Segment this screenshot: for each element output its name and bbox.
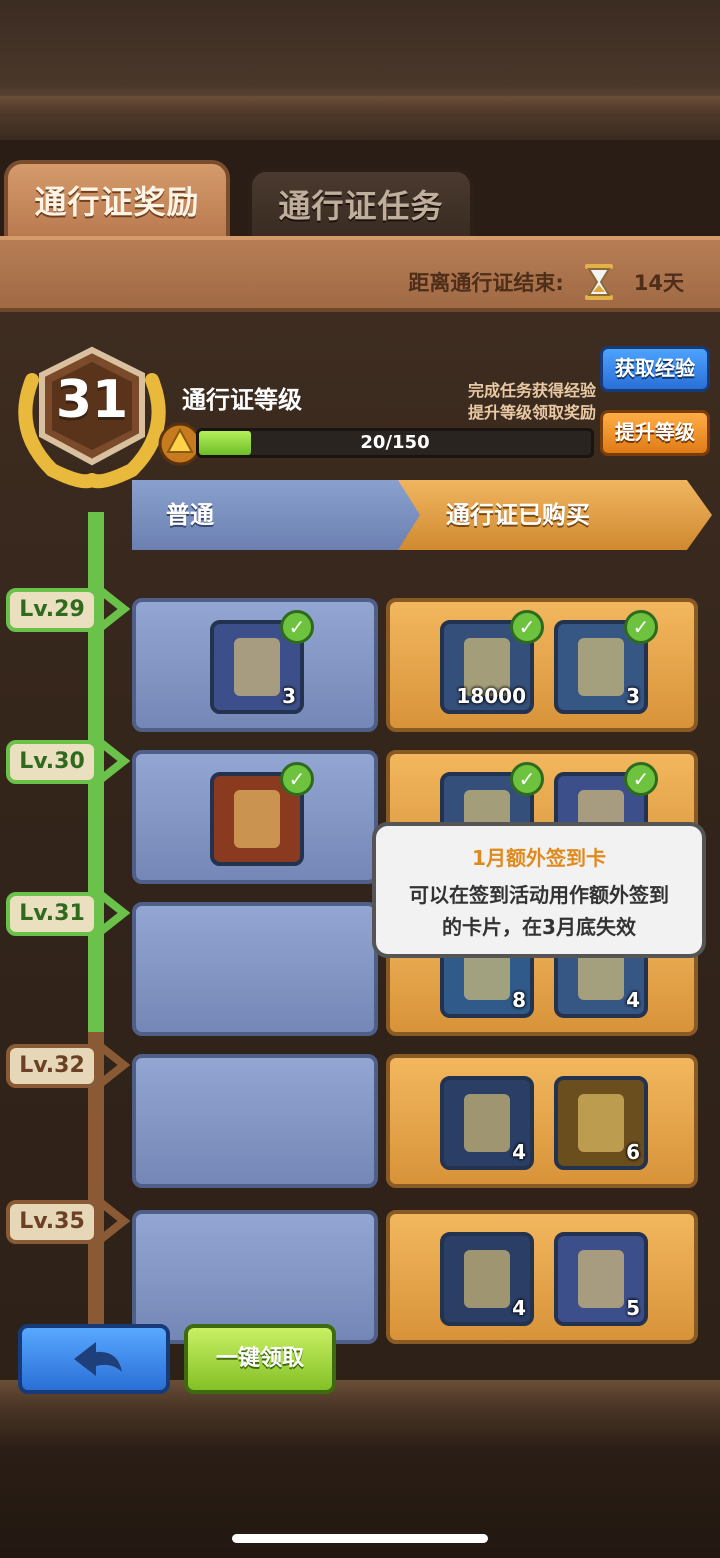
tab-pass-rewards[interactable]: 通行证奖励 <box>4 160 230 240</box>
item-count: 18000 <box>456 684 526 708</box>
rainbow-gem-icon[interactable]: 4 <box>440 1232 534 1326</box>
pass-level-badge: 31 <box>12 340 172 490</box>
item-count: 5 <box>626 1296 640 1320</box>
level-tag: Lv.35 <box>6 1200 98 1244</box>
item-tooltip: 1月额外签到卡 可以在签到活动用作额外签到 的卡片，在3月底失效 <box>372 822 706 958</box>
item-count: 3 <box>282 684 296 708</box>
chevron-right-icon <box>97 738 130 784</box>
countdown-label: 距离通行证结束: <box>408 271 564 295</box>
gold-scroll-icon[interactable]: 3 ✓ <box>554 610 658 714</box>
level-tag: Lv.31 <box>6 892 98 936</box>
claim-all-button[interactable]: 一键领取 <box>184 1324 336 1394</box>
free-reward-cell[interactable]: ✓ <box>132 750 378 884</box>
item-graphic <box>578 1250 624 1308</box>
claimed-check-icon: ✓ <box>280 610 314 644</box>
item-graphic <box>234 790 280 848</box>
free-reward-cell[interactable]: 3 ✓ <box>132 598 378 732</box>
pass-level-title: 通行证等级 <box>182 386 302 414</box>
item-count: 4 <box>626 988 640 1012</box>
paid-reward-cell[interactable]: 45 <box>386 1210 698 1344</box>
chevron-right-icon <box>97 1198 130 1244</box>
pass-hint: 完成任务获得经验 提升等级领取奖励 <box>468 380 596 424</box>
level-up-button[interactable]: 提升等级 <box>600 410 710 456</box>
chevron-right-icon <box>97 1042 130 1088</box>
countdown-value: 14天 <box>633 271 684 295</box>
tooltip-title: 1月额外签到卡 <box>472 846 606 870</box>
bottom-frame <box>0 1380 720 1558</box>
tooltip-line-2: 的卡片，在3月底失效 <box>442 915 636 939</box>
top-frame <box>0 0 720 140</box>
claimed-check-icon: ✓ <box>510 610 544 644</box>
pass-progress-bar: 20/150 <box>196 428 594 458</box>
tab-pass-tasks[interactable]: 通行证任务 <box>248 168 474 240</box>
item-count: 8 <box>512 988 526 1012</box>
paid-reward-cell[interactable]: 18000 ✓ 3 ✓ <box>386 598 698 732</box>
pass-countdown: 距离通行证结束: 14天 <box>408 262 684 302</box>
item-count: 3 <box>626 684 640 708</box>
potion-flask-icon[interactable]: 18000 ✓ <box>440 610 544 714</box>
home-indicator <box>232 1534 488 1543</box>
card-pack-icon[interactable]: 5 <box>554 1232 648 1326</box>
hero-portrait-icon[interactable]: ✓ <box>210 762 314 866</box>
gold-card-pack-icon[interactable]: 6 <box>554 1076 648 1170</box>
claimed-check-icon: ✓ <box>624 610 658 644</box>
item-graphic <box>578 1094 624 1152</box>
back-button[interactable] <box>18 1324 170 1394</box>
get-exp-button[interactable]: 获取经验 <box>600 346 710 392</box>
chevron-right-icon <box>97 890 130 936</box>
claimed-check-icon: ✓ <box>280 762 314 796</box>
back-arrow-icon <box>74 1342 122 1376</box>
pass-progress-text: 20/150 <box>360 432 430 453</box>
level-tag: Lv.29 <box>6 588 98 632</box>
level-tag: Lv.32 <box>6 1044 98 1088</box>
chevron-right-icon <box>97 586 130 632</box>
item-count: 6 <box>626 1140 640 1164</box>
item-graphic <box>464 1250 510 1308</box>
item-count: 4 <box>512 1296 526 1320</box>
free-reward-cell[interactable] <box>132 902 378 1036</box>
claimed-check-icon: ✓ <box>624 762 658 796</box>
item-graphic <box>234 638 280 696</box>
hint-line-1: 完成任务获得经验 <box>467 381 596 400</box>
item-count: 4 <box>512 1140 526 1164</box>
free-reward-cell[interactable] <box>132 1054 378 1188</box>
rainbow-gem-icon[interactable]: 4 <box>440 1076 534 1170</box>
pass-level-number: 31 <box>55 370 129 430</box>
hourglass-icon <box>584 264 613 300</box>
item-graphic <box>578 638 624 696</box>
lane-free-header: 普通 <box>132 480 422 550</box>
paid-reward-cell[interactable]: 46 <box>386 1054 698 1188</box>
tooltip-description: 可以在签到活动用作额外签到 的卡片，在3月底失效 <box>376 879 702 943</box>
tooltip-line-1: 可以在签到活动用作额外签到 <box>409 883 669 907</box>
lane-paid-header: 通行证已购买 <box>398 480 712 550</box>
level-tag: Lv.30 <box>6 740 98 784</box>
card-pack-icon[interactable]: 3 ✓ <box>210 610 314 714</box>
item-graphic <box>464 1094 510 1152</box>
hint-line-2: 提升等级领取奖励 <box>467 403 596 422</box>
claimed-check-icon: ✓ <box>510 762 544 796</box>
